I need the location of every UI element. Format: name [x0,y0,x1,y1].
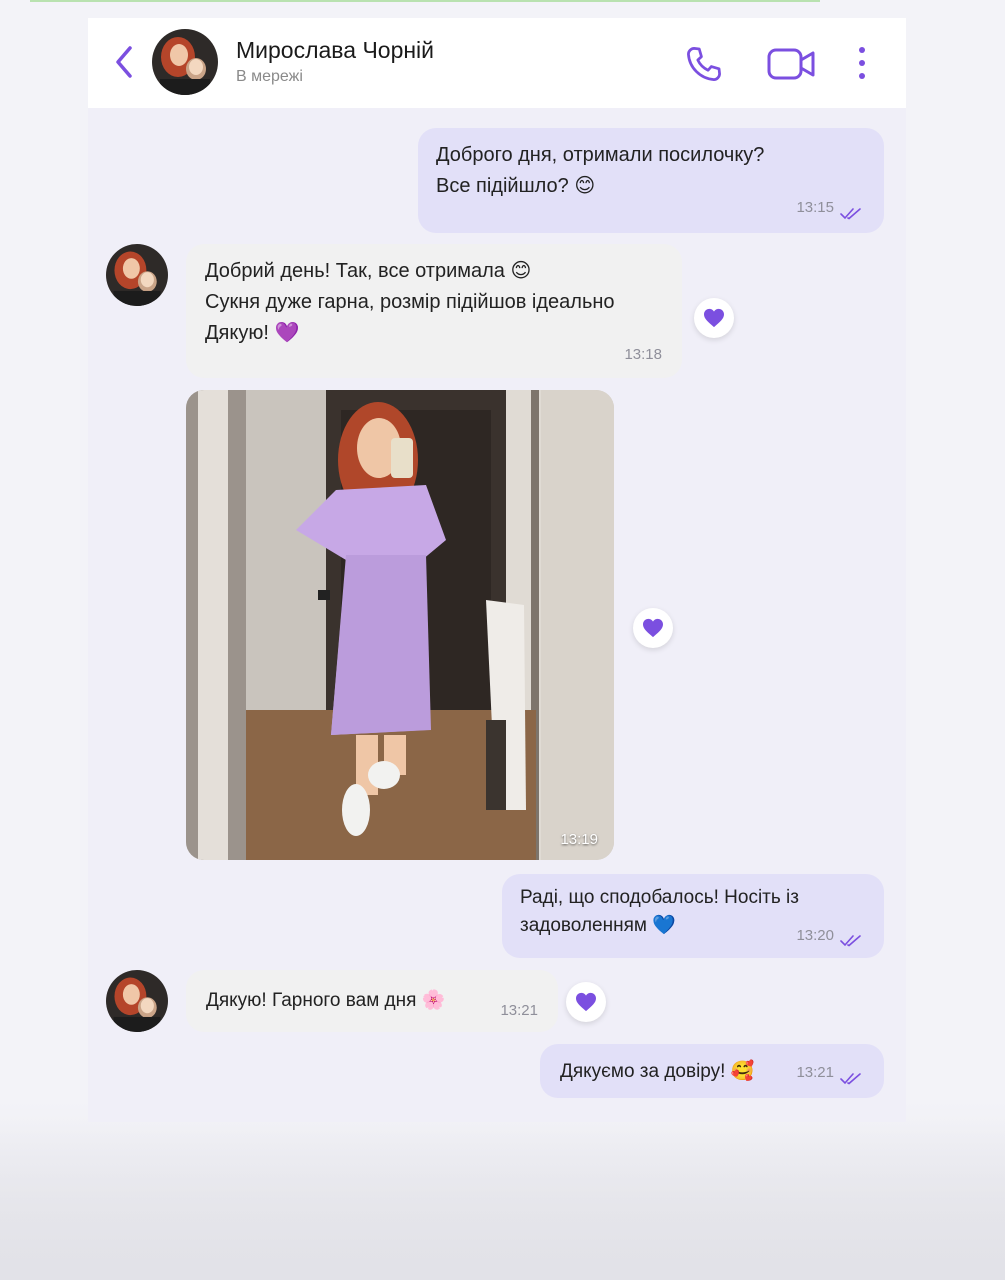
contact-avatar[interactable] [152,29,218,95]
phone-icon [687,47,721,81]
double-check-icon [840,935,861,947]
message-time: 13:19 [560,831,598,848]
message-text: Дякую! Гарного вам дня 🌸 [206,990,446,1011]
like-button[interactable] [633,608,673,648]
like-button[interactable] [566,982,606,1022]
message-time: 13:18 [624,346,662,363]
message-time: 13:15 [796,199,834,216]
message-text: Добрий день! Так, все отримала 😊 Сукня д… [205,260,615,344]
double-check-icon [840,1073,861,1085]
chevron-left-icon [116,46,132,78]
sender-avatar[interactable] [106,244,168,306]
heart-icon [643,618,663,638]
photo-image [186,390,614,860]
message-time: 13:21 [796,1064,834,1081]
background-fade [0,1120,1005,1280]
chat-header: Мирослава Чорній В мережі [88,18,906,108]
message-outgoing[interactable]: Дякуємо за довіру! 🥰 13:21 [540,1044,884,1098]
sender-avatar[interactable] [106,970,168,1032]
heart-icon [704,308,724,328]
status-divider [30,0,820,2]
message-outgoing[interactable]: Доброго дня, отримали посилочку? Все під… [418,128,884,233]
message-time: 13:20 [796,927,834,944]
video-call-button[interactable] [766,44,816,89]
message-outgoing[interactable]: Раді, що сподобалось! Носіть із задоволе… [502,874,884,958]
online-status: В мережі [236,68,303,85]
message-incoming[interactable]: Дякую! Гарного вам дня 🌸 13:21 [186,970,558,1032]
video-camera-icon [767,48,815,80]
message-incoming[interactable]: Добрий день! Так, все отримала 😊 Сукня д… [186,244,682,378]
call-button[interactable] [682,42,726,91]
chat-window: Мирослава Чорній В мережі Доброго дня, о… [88,18,906,1122]
message-time: 13:21 [500,1002,538,1019]
double-check-icon [840,208,861,220]
contact-name[interactable]: Мирослава Чорній [236,37,434,64]
like-button[interactable] [694,298,734,338]
more-options-button[interactable] [850,42,874,89]
photo-message[interactable]: 13:19 [186,390,614,860]
back-button[interactable] [106,42,142,82]
more-vertical-icon [859,47,865,79]
heart-icon [576,992,596,1012]
